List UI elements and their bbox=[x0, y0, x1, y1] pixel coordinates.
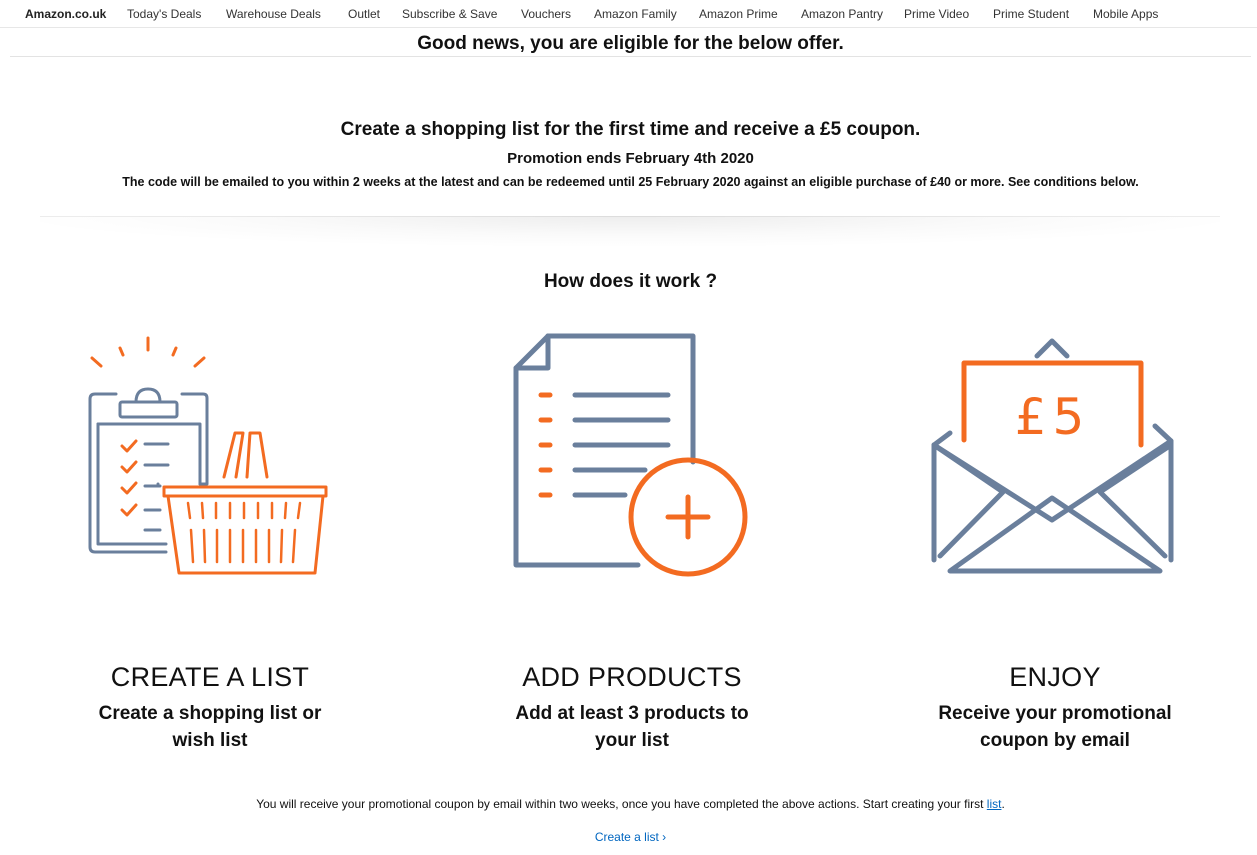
step-create-list-desc: Create a shopping list or wish list bbox=[98, 703, 322, 751]
step-add-products-title: ADD PRODUCTS bbox=[522, 662, 742, 692]
nav-amazon-prime[interactable]: Amazon Prime bbox=[699, 7, 778, 21]
nav-outlet[interactable]: Outlet bbox=[348, 7, 380, 21]
list-link[interactable]: list bbox=[987, 797, 1002, 811]
coupon-amount: £5 bbox=[1014, 388, 1091, 446]
step-enjoy-title: ENJOY bbox=[1009, 662, 1101, 692]
footer-note: You will receive your promotional coupon… bbox=[256, 797, 1005, 811]
nav-vouchers[interactable]: Vouchers bbox=[521, 7, 571, 21]
offer-code-info: The code will be emailed to you within 2… bbox=[122, 175, 1139, 189]
section-shadow bbox=[40, 216, 1220, 246]
step-add-products-desc: Add at least 3 products to your list bbox=[515, 703, 749, 751]
nav-amazon-pantry[interactable]: Amazon Pantry bbox=[801, 7, 883, 21]
step-enjoy-desc: Receive your promotional coupon by email bbox=[938, 703, 1172, 751]
promotion-end-date: Promotion ends February 4th 2020 bbox=[507, 150, 754, 167]
nav-home-link[interactable]: Amazon.co.uk bbox=[25, 7, 106, 21]
offer-headline: Create a shopping list for the first tim… bbox=[340, 119, 921, 140]
nav-amazon-family[interactable]: Amazon Family bbox=[594, 7, 677, 21]
top-navigation: Amazon.co.uk Today's Deals Warehouse Dea… bbox=[0, 0, 1257, 28]
nav-prime-video[interactable]: Prime Video bbox=[904, 7, 969, 21]
divider bbox=[10, 56, 1251, 57]
clipboard-basket-icon bbox=[85, 333, 335, 583]
envelope-coupon-icon: £5 bbox=[925, 333, 1180, 583]
nav-warehouse-deals[interactable]: Warehouse Deals bbox=[226, 7, 321, 21]
nav-mobile-apps[interactable]: Mobile Apps bbox=[1093, 7, 1158, 21]
document-add-icon bbox=[505, 328, 755, 583]
create-list-link[interactable]: Create a list › bbox=[0, 830, 1257, 844]
nav-subscribe-save[interactable]: Subscribe & Save bbox=[402, 7, 497, 21]
step-create-list-title: CREATE A LIST bbox=[110, 662, 310, 692]
how-it-works-heading: How does it work ? bbox=[543, 271, 718, 292]
nav-prime-student[interactable]: Prime Student bbox=[993, 7, 1069, 21]
eligibility-message: Good news, you are eligible for the belo… bbox=[417, 33, 844, 54]
nav-todays-deals[interactable]: Today's Deals bbox=[127, 7, 201, 21]
